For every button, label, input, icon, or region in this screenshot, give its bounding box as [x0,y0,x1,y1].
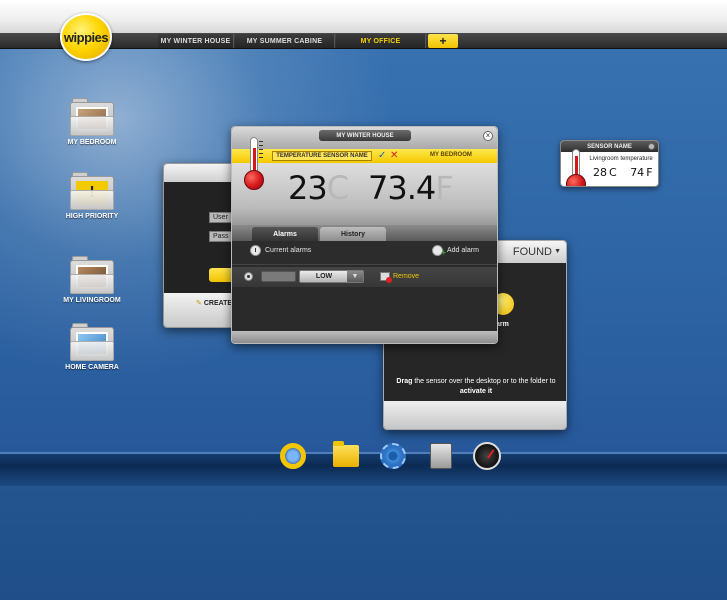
dock-calculator-button[interactable] [426,440,456,472]
tab-my-winter-house[interactable]: MY WINTER HOUSE [158,34,234,48]
chevron-down-icon[interactable]: ▼ [554,248,561,255]
pencil-icon: ✎ [196,300,202,307]
reading-display [232,163,497,225]
temperature-unit: C [326,169,349,207]
login-window[interactable]: User Pass ✎ CREATE [163,163,235,328]
current-alarms-label: Current alarms [265,247,312,254]
close-icon[interactable]: × [483,131,493,141]
dock-shelf [0,452,727,486]
second-value: 73.4 [368,169,436,207]
temperature-value: 23 [288,169,328,207]
tab-my-summer-cabine[interactable]: MY SUMMER CABINE [235,34,335,48]
logo-text: wippies [63,29,109,45]
room-label: MY BEDROOM [430,152,472,158]
desktop-icon-my-bedroom[interactable]: MY BEDROOM [57,98,127,146]
wippies-logo[interactable]: wippies [60,13,112,61]
second-unit: F [435,169,453,207]
settings-gear-icon [380,443,406,469]
alarm-level-value: LOW [315,273,333,280]
alarm-value-input[interactable] [261,271,296,282]
chevron-down-icon[interactable]: ▼ [347,271,363,282]
confirm-icon[interactable]: ✓ [378,150,386,161]
cancel-icon[interactable]: ✕ [390,150,398,161]
temperature-reading: 23C [288,169,349,207]
tab-my-office[interactable]: MY OFFICE [336,34,426,48]
add-alarm-icon[interactable] [432,245,446,257]
warning-folder-icon: ! [70,172,114,210]
desktop-icon-my-livingroom[interactable]: MY LIVINGROOM [57,256,127,304]
add-tab-button[interactable]: + [428,34,458,48]
desktop-floor [0,486,727,600]
found-window-title: FOUND [512,246,552,258]
widget-readings: 28 C 74 F [593,166,653,179]
remove-button[interactable]: Remove [393,273,419,280]
second-reading: 73.4F [368,169,454,207]
tab-history[interactable]: History [320,227,386,241]
tab-alarms[interactable]: Alarms [252,227,318,241]
folder-icon [333,441,359,467]
desktop-icon-label: MY LIVINGROOM [63,297,121,304]
desktop-icon-label: HIGH PRIORITY [65,213,119,220]
desktop-icon-label: MY BEDROOM [67,139,117,146]
bedroom-folder-icon [70,98,114,136]
ring-icon [280,443,306,469]
sensor-widget[interactable]: SENSOR NAME Livingroom temperature 28 C 7… [560,140,659,187]
remove-icon[interactable] [380,272,392,283]
desktop-icon-home-camera[interactable]: HOME CAMERA [57,323,127,371]
alarm-clock-icon [250,245,261,256]
desktop-icon-high-priority[interactable]: ! HIGH PRIORITY [57,172,127,220]
dock-gauge-button[interactable] [472,440,502,472]
alarm-level-select[interactable]: LOW ▼ [299,270,364,283]
drag-instructions: Drag the sensor over the desktop or to t… [396,378,556,395]
login-window-header [164,164,234,182]
found-window-footer [384,401,566,429]
minimize-icon[interactable] [648,143,655,150]
add-alarm-button[interactable]: Add alarm [447,247,479,254]
dock-settings-button[interactable] [378,440,408,472]
camera-folder-icon [70,323,114,361]
sensor-window-footer [232,331,497,343]
dock-folder-button[interactable] [331,440,361,472]
widget-description: Livingroom temperature [589,156,653,162]
sensor-window-title: MY WINTER HOUSE [319,130,411,141]
calculator-icon [430,443,452,469]
dock-ring-button[interactable] [278,440,308,472]
alarm-radio[interactable] [244,272,253,281]
create-button[interactable]: ✎ CREATE [196,299,232,307]
gauge-icon [473,442,501,470]
create-label: CREATE [203,300,233,307]
desktop-icon-label: HOME CAMERA [65,364,119,371]
sensor-name-field[interactable]: TEMPERATURE SENSOR NAME [272,151,372,161]
livingroom-folder-icon [70,256,114,294]
sensor-window[interactable]: MY WINTER HOUSE × TEMPERATURE SENSOR NAM… [231,126,498,344]
